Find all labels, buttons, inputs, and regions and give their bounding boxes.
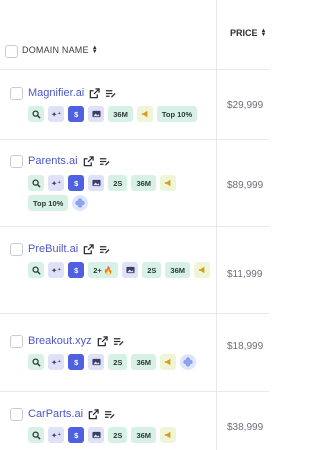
dollar-icon: $ <box>68 354 85 370</box>
domain-name-column-header[interactable]: DOMAIN NAME ▲ ▼ <box>22 45 98 55</box>
external-link-icon[interactable] <box>89 87 100 99</box>
price-column-header[interactable]: PRICE ▲ ▼ <box>230 28 266 38</box>
megaphone-icon <box>194 262 211 278</box>
price-value: $29,999 <box>227 100 264 111</box>
add-to-list-icon[interactable] <box>113 336 124 347</box>
sales-badge: 2S <box>108 354 128 370</box>
search-icon <box>28 262 44 278</box>
domain-table: DOMAIN NAME ▲ ▼ PRICE ▲ ▼ Magnifier.ai $29… <box>0 0 269 450</box>
megaphone-icon <box>136 106 153 122</box>
sparkle-icon: ✦⁺ <box>48 354 65 370</box>
age-badge: 36M <box>131 175 157 191</box>
price-value: $89,999 <box>227 180 264 191</box>
table-row[interactable]: Magnifier.ai $29,999 ✦⁺ $ 36M Top 10% <box>0 71 269 140</box>
sort-icon: ▲ ▼ <box>260 28 267 38</box>
sparkle-icon: ✦⁺ <box>48 427 65 443</box>
sparkle-icon: ✦⁺ <box>48 175 65 191</box>
row-checkbox[interactable] <box>10 335 23 348</box>
domain-name-link[interactable]: Breakout.xyz <box>28 335 92 347</box>
sparkle-icon: ✦⁺ <box>48 262 65 278</box>
image-icon <box>88 354 105 370</box>
add-to-list-icon[interactable] <box>99 244 110 255</box>
image-icon <box>88 106 105 122</box>
price-value: $11,999 <box>227 269 263 280</box>
rank-badge: Top 10% <box>156 106 198 122</box>
domain-name-link[interactable]: Magnifier.ai <box>28 87 84 99</box>
table-row[interactable]: Parents.ai $89,999 ✦⁺ $ 2S 36M Top 10% <box>0 140 269 227</box>
age-badge: 36M <box>131 427 157 443</box>
rank-badge: Top 10% <box>28 195 69 211</box>
domain-name-link[interactable]: Parents.ai <box>28 155 78 167</box>
dollar-icon: $ <box>68 106 85 122</box>
add-to-list-icon[interactable] <box>104 409 115 420</box>
external-link-icon[interactable] <box>83 155 94 167</box>
external-link-icon[interactable] <box>88 408 99 420</box>
table-row[interactable]: CarParts.ai $38,999 ✦⁺ $ 2S 36M <box>0 392 269 450</box>
flower-icon <box>180 354 197 370</box>
table-header: DOMAIN NAME ▲ ▼ PRICE ▲ ▼ <box>0 0 269 70</box>
sparkle-icon: ✦⁺ <box>48 106 65 122</box>
price-value: $38,999 <box>227 422 264 433</box>
table-row[interactable]: Breakout.xyz $18,999 ✦⁺ $ 2S 36M <box>0 314 269 392</box>
add-to-list-icon[interactable] <box>105 88 116 99</box>
image-icon <box>88 427 105 443</box>
search-icon <box>28 354 44 370</box>
price-header-label: PRICE <box>230 28 258 38</box>
search-icon <box>28 427 44 443</box>
add-to-list-icon[interactable] <box>99 156 110 167</box>
row-checkbox[interactable] <box>10 87 23 100</box>
age-badge: 36M <box>165 262 191 278</box>
domain-name-header-label: DOMAIN NAME <box>22 45 89 55</box>
image-icon <box>122 262 139 278</box>
sales-badge: 2S <box>142 262 162 278</box>
row-checkbox[interactable] <box>10 408 23 421</box>
domain-name-link[interactable]: CarParts.ai <box>28 408 83 420</box>
dollar-icon: $ <box>68 262 85 278</box>
age-badge: 36M <box>108 106 133 122</box>
image-icon <box>88 175 105 191</box>
search-icon <box>28 175 44 191</box>
price-value: $18,999 <box>227 341 264 352</box>
select-all-checkbox[interactable] <box>5 45 18 58</box>
megaphone-icon <box>160 427 177 443</box>
row-checkbox[interactable] <box>10 243 23 256</box>
age-badge: 36M <box>131 354 157 370</box>
megaphone-icon <box>160 354 177 370</box>
search-icon <box>28 106 44 122</box>
dollar-icon: $ <box>68 175 85 191</box>
sort-icon: ▲ ▼ <box>91 45 98 55</box>
dollar-icon: $ <box>68 427 85 443</box>
trending-badge: 2+ 🔥 <box>88 262 119 278</box>
external-link-icon[interactable] <box>83 243 94 255</box>
domain-name-link[interactable]: PreBuilt.ai <box>28 243 78 255</box>
megaphone-icon <box>160 175 177 191</box>
row-checkbox[interactable] <box>10 155 23 168</box>
external-link-icon[interactable] <box>97 335 108 347</box>
sales-badge: 2S <box>108 427 128 443</box>
sales-badge: 2S <box>108 175 128 191</box>
table-row[interactable]: PreBuilt.ai $11,999 ✦⁺ $ 2+ 🔥 2S 36M <box>0 227 269 314</box>
flower-icon <box>72 195 89 211</box>
